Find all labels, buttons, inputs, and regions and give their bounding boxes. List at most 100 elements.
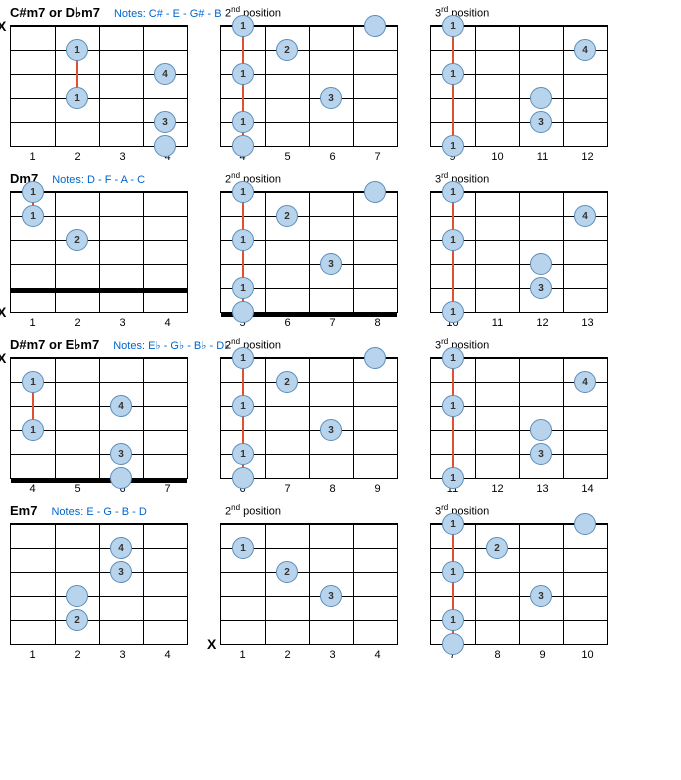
finger-dot: 1 [22, 181, 44, 203]
finger-dot: 1 [22, 419, 44, 441]
finger-dot: 1 [442, 395, 464, 417]
finger-dot [364, 181, 386, 203]
chord-diagram: 1213178910 [430, 523, 610, 661]
finger-dot [364, 347, 386, 369]
finger-dot: 1 [22, 371, 44, 393]
finger-dot: 1 [442, 135, 464, 157]
finger-dot: 2 [66, 609, 88, 631]
finger-dot: 1 [232, 537, 254, 559]
notes-label: Notes: [52, 174, 84, 186]
finger-dot: 4 [574, 371, 596, 393]
position-label: 2nd position [225, 503, 400, 521]
finger-dot: 1 [22, 205, 44, 227]
finger-dot: 1 [232, 443, 254, 465]
finger-dot [66, 585, 88, 607]
finger-dot: 4 [574, 205, 596, 227]
finger-dot: 1 [442, 609, 464, 631]
finger-dot: 1 [442, 301, 464, 323]
mute-marker: X [207, 636, 216, 652]
finger-dot: 1 [232, 395, 254, 417]
chord-diagram: 1413110111213 [430, 191, 610, 329]
finger-dot [110, 467, 132, 489]
finger-dot [530, 253, 552, 275]
finger-dot [530, 87, 552, 109]
notes-label: Notes: [114, 8, 146, 20]
finger-dot: 4 [110, 537, 132, 559]
mute-marker: X [0, 304, 6, 320]
notes-value: D - F - A - C [84, 174, 145, 186]
finger-dot [154, 135, 176, 157]
chord-diagram: 1413X4567 [10, 357, 190, 495]
finger-dot: 2 [486, 537, 508, 559]
notes-value: C# - E - G# - B [146, 8, 222, 20]
finger-dot: 3 [320, 419, 342, 441]
position-column: D#m7 or E♭m7Notes: E♭ - G♭ - B♭ - D♭1413… [10, 337, 190, 495]
finger-dot: 3 [530, 277, 552, 299]
finger-dot: 1 [232, 63, 254, 85]
chord-row: Dm7Notes: D - F - A - C112X12342nd posit… [10, 171, 671, 329]
finger-dot [364, 15, 386, 37]
finger-dot [530, 419, 552, 441]
finger-dot: 1 [66, 87, 88, 109]
chord-diagram: 121315678 [220, 191, 400, 329]
finger-dot [232, 301, 254, 323]
finger-dot [442, 633, 464, 655]
chord-diagram: 121316789 [220, 357, 400, 495]
position-column: 3rd position1213178910 [430, 503, 610, 661]
chord-name: D#m7 or E♭m7 [10, 337, 99, 353]
chord-row: Em7Notes: E - G - B - D43212342nd positi… [10, 503, 671, 661]
notes-value: E♭ - G♭ - B♭ - D♭ [145, 340, 229, 352]
chord-row: D#m7 or E♭m7Notes: E♭ - G♭ - B♭ - D♭1413… [10, 337, 671, 495]
barre-line [452, 192, 454, 312]
fret-numbers: 1234 [10, 317, 190, 329]
finger-dot: 3 [320, 585, 342, 607]
finger-dot: 3 [110, 561, 132, 583]
finger-dot: 2 [66, 229, 88, 251]
barre-line [452, 26, 454, 146]
finger-dot: 1 [442, 347, 464, 369]
finger-dot: 2 [276, 205, 298, 227]
finger-dot: 1 [66, 39, 88, 61]
finger-dot: 1 [442, 229, 464, 251]
finger-dot: 1 [442, 181, 464, 203]
position-column: 2nd position121314567 [220, 5, 400, 163]
fret-numbers: 4567 [10, 483, 190, 495]
chord-diagram: 112X1234 [10, 191, 190, 329]
chord-name: Em7 [10, 503, 37, 518]
barre-line [452, 358, 454, 478]
finger-dot: 3 [530, 111, 552, 133]
notes-label: Notes: [51, 506, 83, 518]
finger-dot: 1 [232, 229, 254, 251]
notes-value: E - G - B - D [83, 506, 147, 518]
finger-dot: 2 [276, 561, 298, 583]
finger-dot: 3 [154, 111, 176, 133]
fret-numbers: 1234 [10, 649, 190, 661]
finger-dot: 4 [574, 39, 596, 61]
chord-row: C#m7 or D♭m7Notes: C# - E - G# - B1413X1… [10, 5, 671, 163]
chord-diagram: 43 2 1234 [10, 523, 190, 661]
position-column: 3rd position1413110111213 [430, 171, 610, 329]
chord-name: C#m7 or D♭m7 [10, 5, 100, 21]
mute-marker: X [0, 350, 6, 366]
finger-dot: 1 [232, 277, 254, 299]
position-column: Dm7Notes: D - F - A - C112X1234 [10, 171, 190, 329]
finger-dot: 3 [320, 253, 342, 275]
finger-dot: 1 [442, 513, 464, 535]
finger-dot: 4 [110, 395, 132, 417]
chord-diagram: 141319101112 [430, 25, 610, 163]
position-column: 3rd position1413111121314 [430, 337, 610, 495]
finger-dot: 1 [442, 561, 464, 583]
finger-dot [574, 513, 596, 535]
position-column: 2nd position123X1234 [220, 503, 400, 661]
chord-diagram: 121314567 [220, 25, 400, 163]
finger-dot: 4 [154, 63, 176, 85]
finger-dot: 1 [442, 467, 464, 489]
finger-dot: 2 [276, 371, 298, 393]
finger-dot: 3 [110, 443, 132, 465]
position-column: 2nd position121316789 [220, 337, 400, 495]
chord-diagram: 1413111121314 [430, 357, 610, 495]
finger-dot [232, 135, 254, 157]
finger-dot: 1 [442, 15, 464, 37]
fret-numbers: 1234 [220, 649, 400, 661]
finger-dot: 1 [232, 181, 254, 203]
